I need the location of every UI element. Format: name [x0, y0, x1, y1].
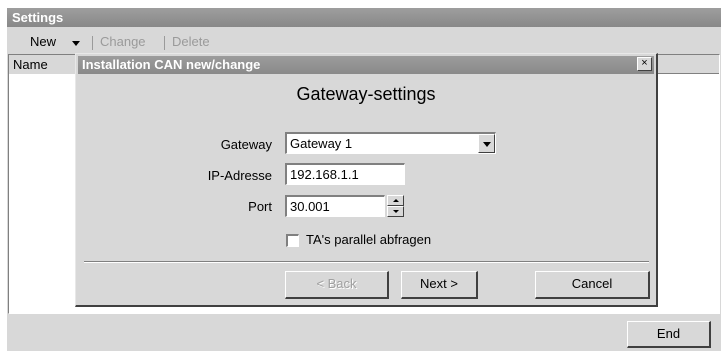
ip-address-input[interactable]: 192.168.1.1: [285, 163, 405, 185]
next-button[interactable]: Next >: [401, 271, 478, 299]
gateway-label: Gateway: [220, 137, 272, 152]
spin-up-icon[interactable]: [387, 195, 404, 206]
parallel-checkbox-label[interactable]: TA's parallel abfragen: [306, 232, 431, 247]
port-label: Port: [248, 199, 272, 214]
change-button[interactable]: Change: [100, 34, 146, 49]
dialog-heading: Gateway-settings: [296, 84, 436, 104]
dialog-title: Installation CAN new/change: [82, 57, 261, 72]
back-button[interactable]: < Back: [285, 271, 389, 299]
new-dropdown-arrow-icon[interactable]: [72, 41, 80, 46]
settings-title-bar: Settings: [7, 8, 721, 27]
end-button[interactable]: End: [627, 321, 711, 348]
spin-down-icon[interactable]: [387, 206, 404, 217]
dialog-divider: [84, 261, 649, 263]
chevron-down-icon[interactable]: [478, 134, 495, 153]
gateway-value: Gateway 1: [290, 136, 353, 151]
dialog-title-bar: Installation CAN new/change: [78, 56, 654, 74]
ip-label: IP-Adresse: [207, 168, 272, 183]
close-icon[interactable]: ×: [637, 57, 652, 71]
new-button[interactable]: New: [30, 34, 56, 49]
toolbar: New Change Delete: [7, 27, 721, 54]
delete-button[interactable]: Delete: [172, 34, 210, 49]
installation-dialog: Installation CAN new/change × Gateway-se…: [75, 53, 658, 307]
toolbar-separator: [164, 36, 165, 50]
cancel-button[interactable]: Cancel: [535, 271, 650, 299]
toolbar-separator: [92, 36, 93, 50]
parallel-checkbox[interactable]: [286, 234, 299, 247]
column-header-name[interactable]: Name: [9, 55, 79, 74]
gateway-select[interactable]: Gateway 1: [285, 132, 496, 154]
settings-title: Settings: [12, 10, 64, 25]
port-input[interactable]: 30.001: [285, 195, 385, 217]
